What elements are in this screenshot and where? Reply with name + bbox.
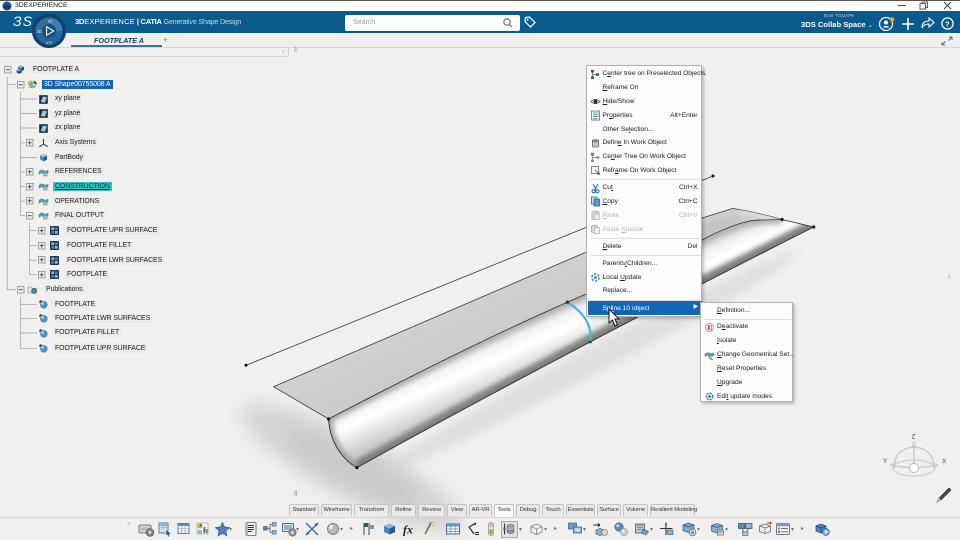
svg-text:3D: 3D bbox=[37, 29, 42, 34]
svg-text:X: X bbox=[942, 458, 947, 465]
svg-text:Y: Y bbox=[883, 458, 888, 465]
svg-text:fx: fx bbox=[403, 523, 413, 537]
svg-text:V.R: V.R bbox=[46, 40, 53, 45]
svg-text:7F: 7F bbox=[47, 19, 52, 24]
svg-text:Z: Z bbox=[912, 434, 916, 441]
